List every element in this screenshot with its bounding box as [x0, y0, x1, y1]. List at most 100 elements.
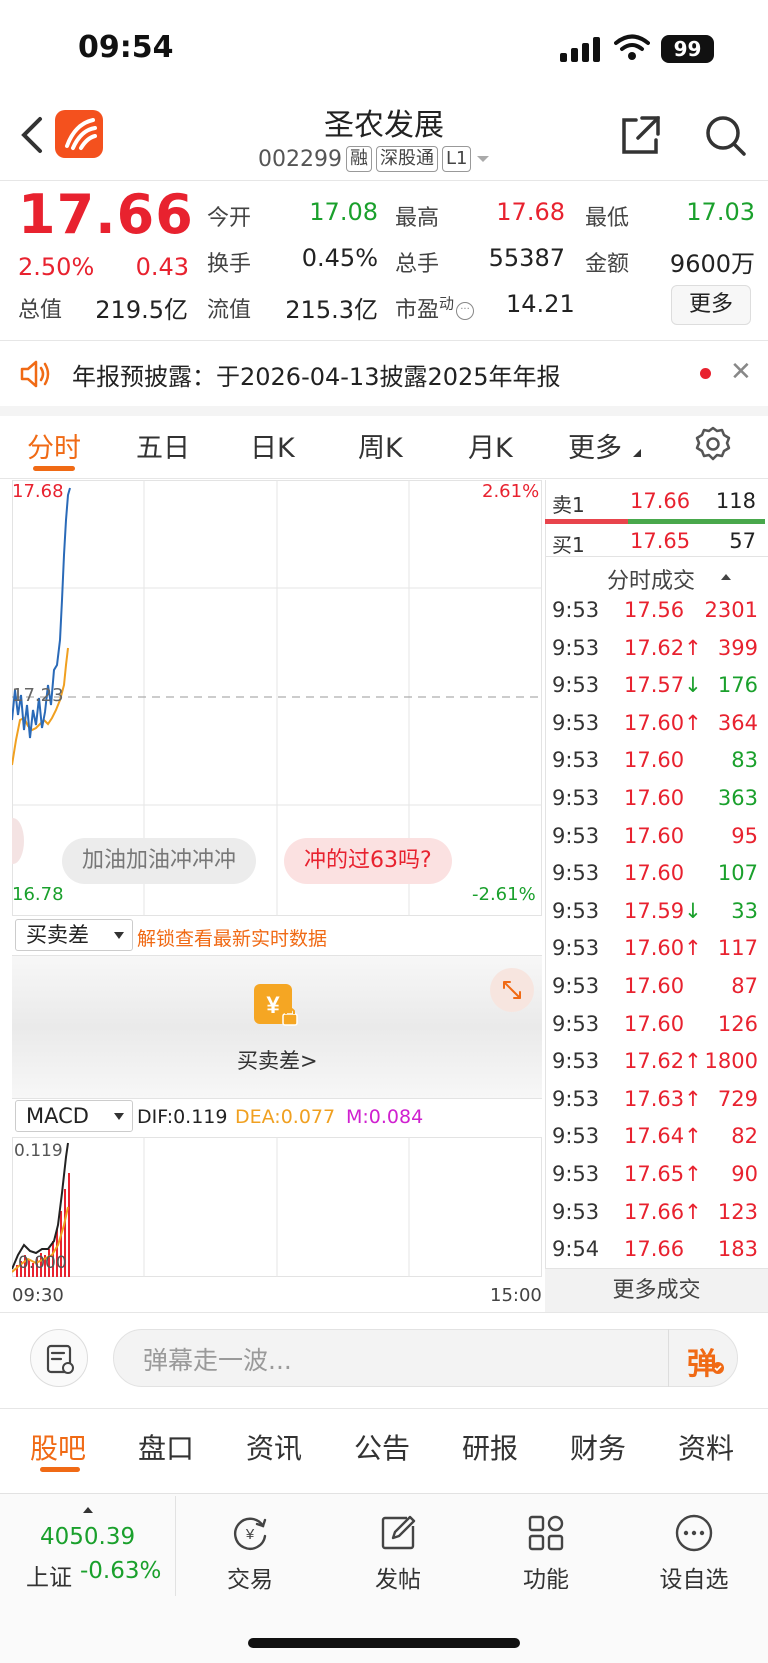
quote-field-value: 55387 [488, 244, 565, 272]
quote-field-label: 金额 [585, 252, 630, 277]
trade-volume: 107 [717, 861, 758, 886]
trade-row: 9:53 17.60↑ 117 [552, 936, 758, 973]
more-trades-button[interactable]: 更多成交 [545, 1268, 768, 1312]
trades-section-title[interactable]: 分时成交 [607, 563, 695, 595]
gear-icon[interactable] [695, 426, 731, 462]
trade-volume: 87 [731, 974, 758, 998]
tab-profile[interactable]: 资料 [678, 1427, 734, 1467]
trade-time: 9:53 [552, 974, 600, 998]
buy1-label: 买1 [552, 533, 585, 557]
trade-volume: 183 [717, 1237, 758, 1262]
yuan-lock-icon: ¥ [254, 984, 298, 1026]
sell-ratio-bar [545, 519, 628, 524]
nav-trade-label: 交易 [227, 1567, 273, 1593]
tab-finance[interactable]: 财务 [570, 1427, 626, 1467]
tab-order-book[interactable]: 盘口 [138, 1427, 194, 1467]
nav-add-watchlist[interactable]: 设自选 [644, 1512, 744, 1594]
home-indicator [248, 1638, 520, 1648]
macd-top-label: 0.119 [14, 1141, 63, 1161]
spread-button[interactable]: 买卖差> [237, 1045, 318, 1075]
danmu-send-button[interactable]: 弹 [668, 1329, 738, 1387]
divider [0, 1408, 768, 1409]
danmu-input-placeholder: 弹幕走一波... [143, 1346, 292, 1375]
price-top-label: 17.68 [12, 481, 64, 502]
trade-volume: 123 [717, 1199, 758, 1224]
quote-field-label: 最高 [395, 206, 440, 231]
trade-time: 9:53 [552, 748, 600, 773]
trade-price: 17.60 [624, 861, 685, 886]
macd-chart[interactable] [12, 1137, 542, 1277]
collapse-caret-icon[interactable] [720, 572, 732, 582]
trade-volume: 33 [731, 898, 758, 923]
trade-time: 9:53 [552, 598, 600, 622]
nav-post[interactable]: 发帖 [348, 1512, 448, 1594]
macd-m: M:0.084 [346, 1106, 424, 1128]
up-arrow-icon: ↑ [684, 936, 702, 961]
tab-daily-k[interactable]: 日K [250, 426, 295, 465]
index-ticker[interactable]: 4050.39 上证 -0.63% [0, 1496, 176, 1596]
trade-volume: 399 [717, 635, 758, 660]
trade-time: 9:53 [552, 861, 600, 886]
active-tab-indicator [40, 1467, 80, 1472]
svg-text:¥: ¥ [245, 1526, 255, 1543]
nav-trade[interactable]: ¥ 交易 [200, 1512, 300, 1594]
quote-field-label: 流值 [207, 298, 252, 323]
down-arrow-icon: ↓ [684, 898, 702, 923]
danmu-bubble[interactable]: 加油加油冲冲冲 [62, 838, 257, 884]
indicator-select[interactable]: MACD [15, 1100, 133, 1132]
trade-volume: 117 [717, 936, 758, 961]
share-icon[interactable] [618, 112, 664, 158]
tag-connect: 深股通 [375, 146, 438, 172]
close-icon[interactable]: ✕ [730, 357, 752, 387]
danmu-bubble[interactable]: 冲的过63吗? [284, 838, 452, 884]
notice-text[interactable]: 年报预披露：于2026-04-13披露2025年年报 [72, 357, 561, 392]
trade-price: 17.60 [624, 823, 685, 848]
expand-button[interactable] [490, 968, 534, 1012]
trade-volume: 176 [717, 673, 758, 698]
tab-more[interactable]: 更多 [568, 426, 641, 465]
tab-research[interactable]: 研报 [462, 1427, 518, 1467]
tab-announcements[interactable]: 公告 [354, 1427, 410, 1467]
svg-text:¥: ¥ [266, 992, 280, 1019]
trade-time: 9:54 [552, 1237, 600, 1262]
macd-dea: DEA:0.077 [235, 1106, 336, 1128]
trade-icon: ¥ [233, 1517, 267, 1550]
spread-select[interactable]: 买卖差 [15, 919, 133, 951]
quote-field-value: 219.5亿 [95, 296, 188, 324]
nav-add-watchlist-label: 设自选 [659, 1567, 729, 1593]
buy1-volume: 57 [729, 529, 756, 553]
trade-price: 17.62↑ [624, 1049, 702, 1074]
trade-volume: 2301 [704, 598, 758, 622]
tab-five-day[interactable]: 五日 [136, 426, 190, 465]
trade-volume: 729 [717, 1086, 758, 1111]
trade-price: 17.60 [624, 974, 685, 998]
trade-row: 9:53 17.64↑ 82 [552, 1124, 758, 1161]
unlock-link[interactable]: 解锁查看最新实时数据 [137, 924, 327, 951]
time-start-label: 09:30 [12, 1285, 64, 1306]
nav-functions[interactable]: 功能 [496, 1512, 596, 1594]
trade-time: 9:53 [552, 1011, 600, 1036]
comment-list-button[interactable] [30, 1329, 88, 1387]
tab-news[interactable]: 资讯 [246, 1427, 302, 1467]
trade-row: 9:53 17.59↓ 33 [552, 899, 758, 936]
stock-code-line[interactable]: 002299 融 深股通 L1 [258, 146, 491, 172]
tag-margin: 融 [345, 146, 372, 172]
tab-forum[interactable]: 股吧 [30, 1427, 86, 1467]
tab-weekly-k[interactable]: 周K [358, 426, 403, 465]
quote-field-value: 0.45% [301, 244, 378, 272]
change-percent: 2.50% [18, 253, 95, 281]
trade-price: 17.60 [624, 786, 685, 810]
divider [0, 180, 768, 181]
tab-monthly-k[interactable]: 月K [468, 426, 513, 465]
search-icon[interactable] [702, 112, 748, 158]
tab-intraday[interactable]: 分时 [27, 426, 81, 465]
stock-code: 002299 [258, 146, 342, 172]
price-bottom-label: 16.78 [12, 884, 64, 905]
info-icon[interactable]: ··· [456, 302, 475, 320]
trade-row: 9:53 17.60 107 [552, 861, 758, 898]
trade-time: 9:53 [552, 898, 600, 923]
quote-field-label: 今开 [207, 206, 252, 231]
more-quote-button[interactable]: 更多 [671, 285, 751, 325]
trade-time: 9:53 [552, 786, 600, 810]
quote-field-label: 总手 [395, 252, 440, 277]
